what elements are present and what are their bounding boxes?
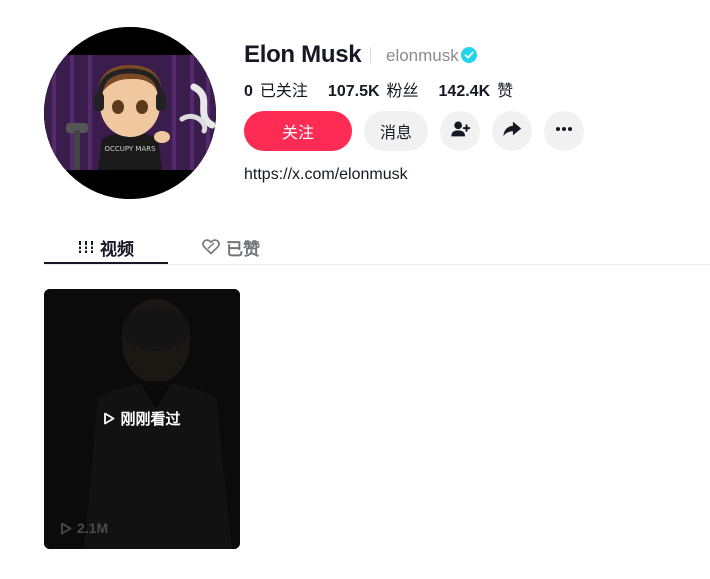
display-name: Elon Musk xyxy=(244,41,362,68)
stat-followers[interactable]: 107.5K 粉丝 xyxy=(328,77,419,101)
tab-liked[interactable]: 已赞 xyxy=(202,230,260,264)
share-icon xyxy=(501,118,523,145)
stat-followers-count: 107.5K xyxy=(327,83,380,100)
avatar-shirt-text: OCCUPY MARS xyxy=(104,145,156,153)
add-friend-button[interactable] xyxy=(440,111,480,151)
verified-badge-icon xyxy=(461,47,477,63)
heart-outline-icon xyxy=(202,239,220,255)
video-view-count: 2.1M xyxy=(60,520,108,536)
profile-link[interactable]: https://x.com/elonmusk xyxy=(244,166,408,184)
tab-liked-label: 已赞 xyxy=(226,239,260,259)
tab-videos[interactable]: 视频 xyxy=(78,230,134,264)
stat-following-label: 已关注 xyxy=(259,83,308,100)
video-view-count-text: 2.1M xyxy=(77,520,109,536)
share-button[interactable] xyxy=(492,111,532,151)
message-button[interactable]: 消息 xyxy=(364,111,428,151)
stat-likes-count: 142.4K xyxy=(438,83,491,100)
username: elonmusk xyxy=(386,46,459,65)
follow-button[interactable]: 关注 xyxy=(244,111,352,151)
name-divider xyxy=(370,47,371,63)
grid-bars-icon xyxy=(78,240,94,254)
stat-likes-label: 赞 xyxy=(497,83,514,100)
profile-stats: 0 已关注 107.5K 粉丝 142.4K 赞 xyxy=(244,77,513,101)
more-icon xyxy=(554,119,574,144)
tabs-divider xyxy=(44,264,710,265)
recently-watched-label: 刚刚看过 xyxy=(44,408,240,429)
stat-likes: 142.4K 赞 xyxy=(439,77,514,101)
stat-following-count: 0 xyxy=(244,83,253,100)
stat-followers-label: 粉丝 xyxy=(386,83,419,100)
stat-following[interactable]: 0 已关注 xyxy=(244,77,308,101)
profile-avatar[interactable]: OCCUPY MARS xyxy=(44,27,216,199)
recently-watched-text: 刚刚看过 xyxy=(120,411,181,428)
more-options-button[interactable] xyxy=(544,111,584,151)
tab-videos-label: 视频 xyxy=(100,239,134,259)
add-user-icon xyxy=(449,118,471,145)
play-icon xyxy=(103,412,115,425)
play-count-icon xyxy=(60,522,72,535)
video-card[interactable]: 刚刚看过 2.1M xyxy=(44,289,240,549)
